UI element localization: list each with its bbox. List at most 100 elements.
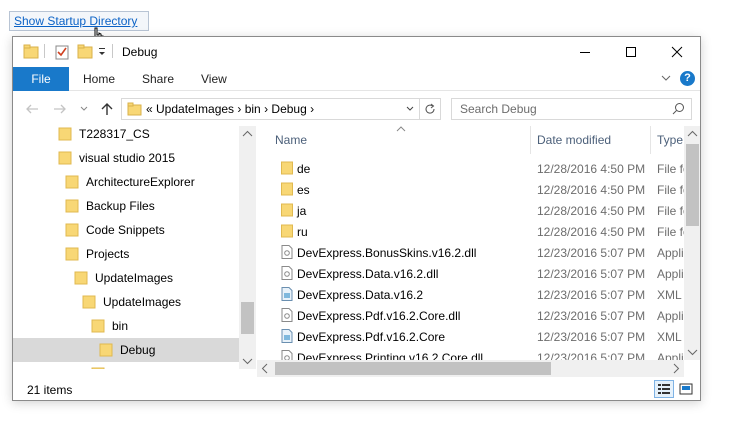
file-row[interactable]: es 12/28/2016 4:50 PM File fo xyxy=(257,179,684,200)
dll-file-icon xyxy=(281,266,293,280)
file-row[interactable]: DevExpress.Data.v16.2 12/23/2016 5:07 PM X… xyxy=(257,284,684,305)
customize-quick-access-icon[interactable] xyxy=(97,43,107,61)
folder-icon xyxy=(281,224,293,238)
file-row[interactable]: DevExpress.Pdf.v16.2.Core.dll 12/23/2016 … xyxy=(257,305,684,326)
file-type: Appli xyxy=(657,267,684,281)
tree-item[interactable]: ArchitectureExplorer xyxy=(13,170,239,194)
column-header-name[interactable]: Name xyxy=(275,133,307,147)
folder-icon xyxy=(127,102,142,116)
details-view-button[interactable] xyxy=(654,380,674,398)
up-button[interactable] xyxy=(98,100,116,118)
refresh-button[interactable] xyxy=(419,99,440,119)
file-row[interactable]: DevExpress.BonusSkins.v16.2.dll 12/23/201… xyxy=(257,242,684,263)
tree-item-label: UpdateImages xyxy=(95,271,174,285)
scroll-down-icon[interactable] xyxy=(242,357,253,365)
tree-item-label: x86 xyxy=(112,367,131,369)
tree-item[interactable]: Debug xyxy=(13,338,239,362)
file-date-modified: 12/23/2016 5:07 PM xyxy=(537,309,646,323)
column-divider[interactable] xyxy=(650,126,651,154)
scroll-up-icon[interactable] xyxy=(242,130,253,138)
tree-item[interactable]: UpdateImages xyxy=(13,266,239,290)
scroll-up-icon[interactable] xyxy=(687,130,698,138)
refresh-icon xyxy=(425,103,435,114)
scroll-down-icon[interactable] xyxy=(687,348,698,356)
search-icon[interactable] xyxy=(672,102,685,115)
navigation-bar: « UpdateImages › bin › Debug › Search De… xyxy=(13,92,700,126)
folder-icon xyxy=(91,319,105,333)
scroll-right-icon[interactable] xyxy=(672,363,680,374)
large-icons-view-button[interactable] xyxy=(676,380,696,398)
tab-share[interactable]: Share xyxy=(142,67,174,91)
maximize-button[interactable] xyxy=(608,37,654,67)
tab-home[interactable]: Home xyxy=(83,67,115,91)
tree-item-label: UpdateImages xyxy=(103,295,182,309)
expand-ribbon-icon[interactable] xyxy=(660,72,672,84)
folder-icon xyxy=(91,367,105,369)
minimize-button[interactable] xyxy=(562,37,608,67)
window-title: Debug xyxy=(122,45,158,59)
file-type: File fo xyxy=(657,204,684,218)
close-button[interactable] xyxy=(654,37,700,67)
file-name: de xyxy=(297,162,311,176)
file-row[interactable]: ru 12/28/2016 4:50 PM File fo xyxy=(257,221,684,242)
tree-item[interactable]: Backup Files xyxy=(13,194,239,218)
column-header-type[interactable]: Type xyxy=(657,133,683,147)
ribbon-tabs: File Home Share View ? xyxy=(13,67,700,91)
help-button[interactable]: ? xyxy=(680,71,695,86)
xml-file-icon xyxy=(281,329,293,343)
address-bar[interactable]: « UpdateImages › bin › Debug › xyxy=(121,98,441,120)
tree-scroll-thumb[interactable] xyxy=(241,302,254,334)
column-divider[interactable] xyxy=(530,126,531,154)
search-box[interactable]: Search Debug xyxy=(451,98,692,120)
file-list-scroll-thumb[interactable] xyxy=(686,144,699,226)
show-startup-directory-button[interactable]: Show Startup Directory xyxy=(9,11,149,31)
file-name: es xyxy=(297,183,310,197)
tree-item[interactable]: x86 xyxy=(13,362,239,369)
tree-item[interactable]: Code Snippets xyxy=(13,218,239,242)
tree-item-label: Code Snippets xyxy=(86,223,165,237)
tree-scrollbar[interactable] xyxy=(239,126,256,369)
horizontal-scrollbar[interactable] xyxy=(257,360,684,377)
address-dropdown-button[interactable] xyxy=(401,99,419,119)
recent-locations-button[interactable] xyxy=(75,100,93,118)
tree-item[interactable]: visual studio 2015 xyxy=(13,146,239,170)
back-button[interactable] xyxy=(23,100,41,118)
forward-button[interactable] xyxy=(51,100,69,118)
new-folder-icon[interactable] xyxy=(77,43,93,61)
close-icon xyxy=(671,46,683,58)
file-name: ja xyxy=(297,204,307,218)
horizontal-scroll-thumb[interactable] xyxy=(275,362,551,375)
file-date-modified: 12/28/2016 4:50 PM xyxy=(537,183,646,197)
file-row[interactable]: ja 12/28/2016 4:50 PM File fo xyxy=(257,200,684,221)
tab-file[interactable]: File xyxy=(13,67,69,91)
file-list-scrollbar[interactable] xyxy=(684,126,700,360)
file-list: Name Date modified Type de 12/28/2016 4:5… xyxy=(257,126,684,369)
tree-item[interactable]: UpdateImages xyxy=(13,290,239,314)
file-row[interactable]: de 12/28/2016 4:50 PM File fo xyxy=(257,158,684,179)
qa-separator xyxy=(44,44,45,58)
folder-icon xyxy=(281,203,293,217)
item-count: 21 items xyxy=(27,383,73,397)
large-icons-view-icon xyxy=(679,383,693,395)
sort-ascending-icon xyxy=(396,126,406,132)
tree-item[interactable]: T228317_CS xyxy=(13,126,239,146)
folder-icon xyxy=(65,175,79,189)
tree-item[interactable]: Projects xyxy=(13,242,239,266)
file-name: DevExpress.BonusSkins.v16.2.dll xyxy=(297,246,477,260)
search-input[interactable]: Search Debug xyxy=(460,102,537,116)
file-name: DevExpress.Data.v16.2 xyxy=(297,288,424,302)
file-row[interactable]: DevExpress.Data.v16.2.dll 12/23/2016 5:07… xyxy=(257,263,684,284)
tab-view[interactable]: View xyxy=(201,67,227,91)
folder-icon xyxy=(65,247,79,261)
file-name: ru xyxy=(297,225,308,239)
address-path[interactable]: « UpdateImages › bin › Debug › xyxy=(146,102,314,116)
file-type: File fo xyxy=(657,225,684,239)
tree-item-label: visual studio 2015 xyxy=(79,151,176,165)
properties-icon[interactable] xyxy=(54,43,70,61)
file-type: Appli xyxy=(657,309,684,323)
scroll-left-icon[interactable] xyxy=(261,363,269,374)
file-name: DevExpress.Pdf.v16.2.Core.dll xyxy=(297,309,461,323)
tree-item[interactable]: bin xyxy=(13,314,239,338)
column-header-date-modified[interactable]: Date modified xyxy=(537,133,611,147)
file-row[interactable]: DevExpress.Pdf.v16.2.Core 12/23/2016 5:07… xyxy=(257,326,684,347)
